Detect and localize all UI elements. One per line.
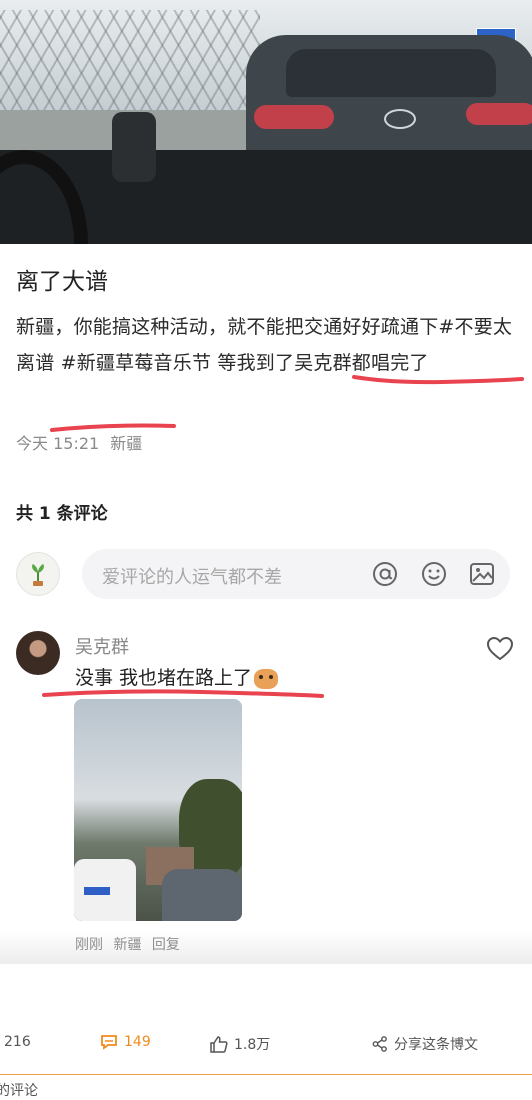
photo-car-logo — [384, 109, 416, 129]
commenter-name[interactable]: 吴克群 — [75, 633, 129, 659]
comment-input-placeholder: 爱评论的人运气都不差 — [102, 567, 282, 588]
post-time: 今天 15:21 — [16, 434, 100, 453]
repost-count: 216 — [4, 1034, 31, 1050]
comment-location: 新疆 — [113, 937, 142, 953]
like-count: 1.8万 — [234, 1037, 271, 1053]
share-icon — [372, 1036, 387, 1052]
post-location: 新疆 — [110, 434, 143, 453]
red-underline-mark — [352, 375, 524, 385]
comment-count: 149 — [124, 1034, 151, 1050]
post-meta: 今天 15:21 新疆 — [16, 430, 148, 454]
share-button[interactable]: 分享这条博文 — [372, 1034, 478, 1054]
heart-icon[interactable] — [486, 636, 514, 662]
like-button[interactable]: 1.8万 — [210, 1034, 270, 1054]
divider — [0, 1074, 532, 1075]
image-icon[interactable] — [469, 561, 495, 587]
comment-icon — [101, 1035, 117, 1050]
photo-car-taillight-right — [466, 103, 532, 125]
current-user-avatar[interactable] — [16, 552, 60, 596]
comment-image[interactable] — [74, 699, 242, 921]
comment-input[interactable]: 爱评论的人运气都不差 — [82, 549, 510, 599]
comment-time: 刚刚 — [75, 937, 103, 953]
reply-button[interactable]: 回复 — [152, 937, 180, 953]
footer-partial-text: 的评论 — [0, 1083, 38, 1099]
at-icon[interactable] — [372, 561, 398, 587]
photo-car — [246, 35, 532, 165]
action-bar: 216 149 1.8万 分享这条博文 — [0, 1030, 532, 1060]
comment-image-plate — [84, 887, 110, 895]
thumbs-up-icon — [210, 1035, 228, 1053]
comment-button[interactable]: 149 — [100, 1034, 151, 1050]
comment-image-car — [162, 869, 242, 921]
commenter-avatar[interactable] — [16, 631, 60, 675]
photo-phone-mount — [112, 112, 156, 182]
comment-meta: 刚刚 新疆 回复 — [75, 934, 186, 954]
photo-car-taillight-left — [254, 105, 334, 129]
emoji-icon[interactable] — [421, 561, 447, 587]
share-label: 分享这条博文 — [394, 1037, 478, 1053]
post-title: 离了大谱 — [16, 269, 108, 295]
photo-car-window — [286, 49, 496, 97]
repost-button[interactable]: 216 — [4, 1034, 31, 1050]
plant-icon — [32, 564, 44, 586]
post-photo[interactable] — [0, 0, 532, 244]
comment-count-heading: 共 1 条评论 — [16, 504, 108, 524]
